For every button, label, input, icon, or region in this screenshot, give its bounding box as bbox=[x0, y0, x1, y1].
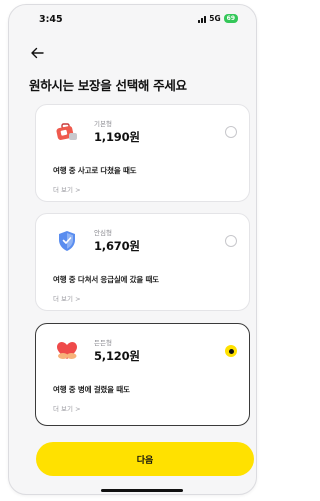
phone-frame: 3:45 5G 69 원하시는 보장을 선택해 주세요 기본형 1,190원 여… bbox=[8, 4, 257, 495]
arrow-left-icon bbox=[31, 47, 44, 59]
home-indicator bbox=[101, 489, 183, 492]
plan-radio-selected[interactable] bbox=[225, 345, 237, 357]
plan-radio[interactable] bbox=[225, 126, 237, 138]
plan-price: 5,120원 bbox=[94, 349, 140, 363]
more-link[interactable]: 더 보기 > bbox=[53, 403, 81, 413]
plan-description: 여행 중 병에 걸렸을 때도 bbox=[53, 385, 130, 394]
plan-card-safe[interactable]: 안심형 1,670원 여행 중 다쳐서 응급실에 갔을 때도 더 보기 > bbox=[35, 213, 250, 311]
more-link[interactable]: 더 보기 > bbox=[53, 184, 81, 194]
signal-icon bbox=[198, 15, 207, 23]
plan-name: 든든형 bbox=[94, 339, 112, 347]
back-button[interactable] bbox=[29, 45, 45, 61]
heart-icon bbox=[54, 338, 80, 364]
page-title: 원하시는 보장을 선택해 주세요 bbox=[29, 78, 187, 93]
battery-icon: 69 bbox=[223, 14, 238, 23]
plan-description: 여행 중 사고로 다쳤을 때도 bbox=[53, 166, 137, 175]
status-bar: 3:45 5G 69 bbox=[9, 5, 256, 31]
plan-radio[interactable] bbox=[225, 235, 237, 247]
network-label: 5G bbox=[209, 14, 221, 23]
status-time: 3:45 bbox=[39, 14, 63, 25]
plan-price: 1,190원 bbox=[94, 130, 140, 144]
plan-card-basic[interactable]: 기본형 1,190원 여행 중 사고로 다쳤을 때도 더 보기 > bbox=[35, 104, 250, 202]
plan-name: 기본형 bbox=[94, 120, 112, 128]
more-link[interactable]: 더 보기 > bbox=[53, 293, 81, 303]
plan-price: 1,670원 bbox=[94, 239, 140, 253]
plan-description: 여행 중 다쳐서 응급실에 갔을 때도 bbox=[53, 275, 159, 284]
status-indicators: 5G 69 bbox=[198, 14, 238, 23]
plan-name: 안심형 bbox=[94, 229, 112, 237]
shield-icon bbox=[54, 228, 80, 254]
plan-card-premium[interactable]: 든든형 5,120원 여행 중 병에 걸렸을 때도 더 보기 > bbox=[35, 323, 250, 426]
first-aid-kit-icon bbox=[54, 119, 80, 145]
next-button[interactable]: 다음 bbox=[36, 442, 254, 476]
